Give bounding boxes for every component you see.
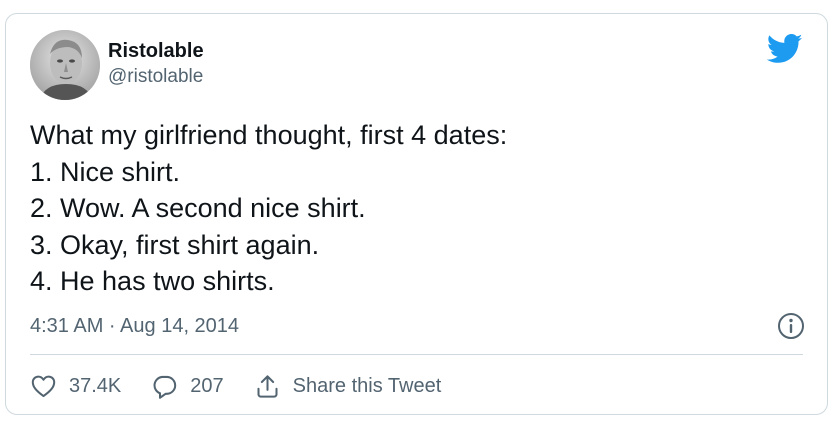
reply-bubble-icon [153, 375, 177, 399]
like-count: 37.4K [69, 374, 122, 397]
like-button[interactable]: 37.4K [30, 373, 121, 400]
reply-count: 207 [190, 374, 224, 397]
heart-icon [31, 375, 56, 397]
tweet-card[interactable]: Ristolable @ristolable What my girlfrien… [5, 13, 828, 415]
reply-button[interactable]: 207 [151, 373, 224, 400]
portrait-avatar-image [30, 30, 100, 100]
display-name[interactable]: Ristolable [108, 39, 204, 63]
twitter-bird-icon[interactable] [766, 34, 803, 64]
user-handle[interactable]: @ristolable [108, 65, 204, 89]
avatar[interactable] [30, 30, 100, 100]
info-icon[interactable] [777, 312, 805, 340]
tweet-line: 4. He has two shirts. [30, 266, 275, 296]
tweet-text: What my girlfriend thought, first 4 date… [30, 117, 803, 300]
tweet-line: What my girlfriend thought, first 4 date… [30, 120, 508, 150]
share-button[interactable]: Share this Tweet [254, 373, 442, 400]
tweet-timestamp[interactable]: 4:31 AM · Aug 14, 2014 [30, 314, 239, 338]
tweet-actions: 37.4K 207 Share this Tweet [30, 370, 471, 402]
tweet-line: 3. Okay, first shirt again. [30, 229, 320, 260]
share-label: Share this Tweet [292, 374, 442, 397]
tweet-line: 1. Nice shirt. [30, 156, 181, 187]
tweet-line: 2. Wow. A second nice shirt. [30, 193, 366, 223]
share-icon [257, 374, 278, 398]
divider [30, 354, 803, 355]
author-names: Ristolable @ristolable [108, 39, 204, 89]
tweet-header: Ristolable @ristolable [30, 30, 803, 100]
